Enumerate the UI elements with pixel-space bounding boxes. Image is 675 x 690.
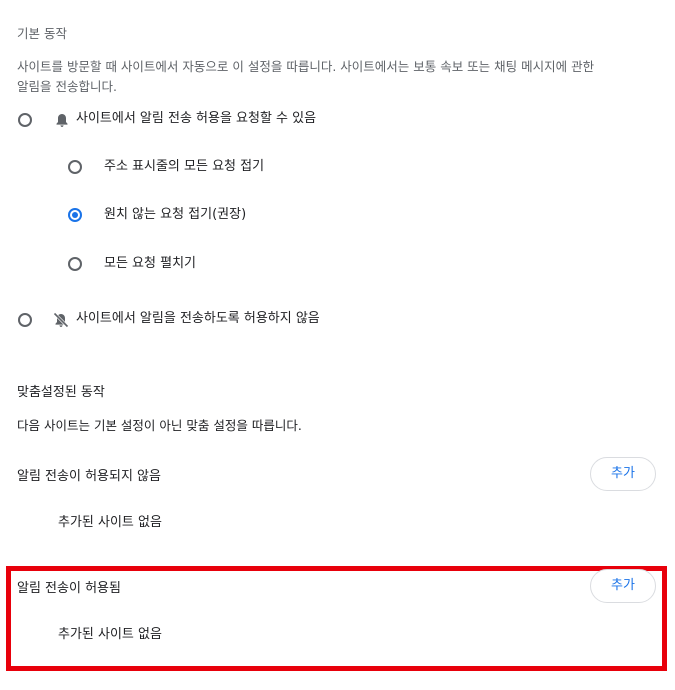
allow-requests-label: 사이트에서 알림 전송 허용을 요청할 수 있음 xyxy=(76,111,317,126)
not-allowed-title: 알림 전송이 허용되지 않음 xyxy=(17,469,161,484)
allowed-empty-text: 추가된 사이트 없음 xyxy=(58,627,162,642)
bell-off-icon xyxy=(53,312,69,328)
allowed-title: 알림 전송이 허용됨 xyxy=(17,581,121,596)
expand-all-label: 모든 요청 펼치기 xyxy=(104,256,196,271)
custom-behavior-description: 다음 사이트는 기본 설정이 아닌 맞춤 설정을 따릅니다. xyxy=(17,418,302,433)
allow-requests-option[interactable]: 사이트에서 알림 전송 허용을 요청할 수 있음 xyxy=(12,108,352,132)
block-notifications-option[interactable]: 사이트에서 알림을 전송하도록 허용하지 않음 xyxy=(12,308,352,332)
sub-option-collapse-all[interactable]: 주소 표시줄의 모든 요청 접기 xyxy=(62,155,322,179)
not-allowed-add-button[interactable]: 추가 xyxy=(590,457,656,491)
custom-behavior-title: 맞춤설정된 동작 xyxy=(17,385,105,400)
bell-icon xyxy=(55,113,69,128)
default-behavior-description-line1: 사이트를 방문할 때 사이트에서 자동으로 이 설정을 따릅니다. 사이트에서는… xyxy=(17,59,595,74)
allow-requests-radio[interactable] xyxy=(18,113,32,127)
collapse-unwanted-label: 원치 않는 요청 접기(권장) xyxy=(104,207,247,222)
collapse-unwanted-radio[interactable] xyxy=(68,208,82,222)
default-behavior-description-line2: 알림을 전송합니다. xyxy=(17,79,117,94)
expand-all-radio[interactable] xyxy=(68,257,82,271)
not-allowed-empty-text: 추가된 사이트 없음 xyxy=(58,515,162,530)
collapse-all-label: 주소 표시줄의 모든 요청 접기 xyxy=(104,159,265,174)
collapse-all-radio[interactable] xyxy=(68,160,82,174)
allowed-add-button[interactable]: 추가 xyxy=(590,569,656,603)
default-behavior-title: 기본 동작 xyxy=(17,26,67,41)
sub-option-collapse-unwanted[interactable]: 원치 않는 요청 접기(권장) xyxy=(62,203,322,227)
sub-option-expand-all[interactable]: 모든 요청 펼치기 xyxy=(62,252,322,276)
block-notifications-label: 사이트에서 알림을 전송하도록 허용하지 않음 xyxy=(76,311,320,326)
block-notifications-radio[interactable] xyxy=(18,313,32,327)
